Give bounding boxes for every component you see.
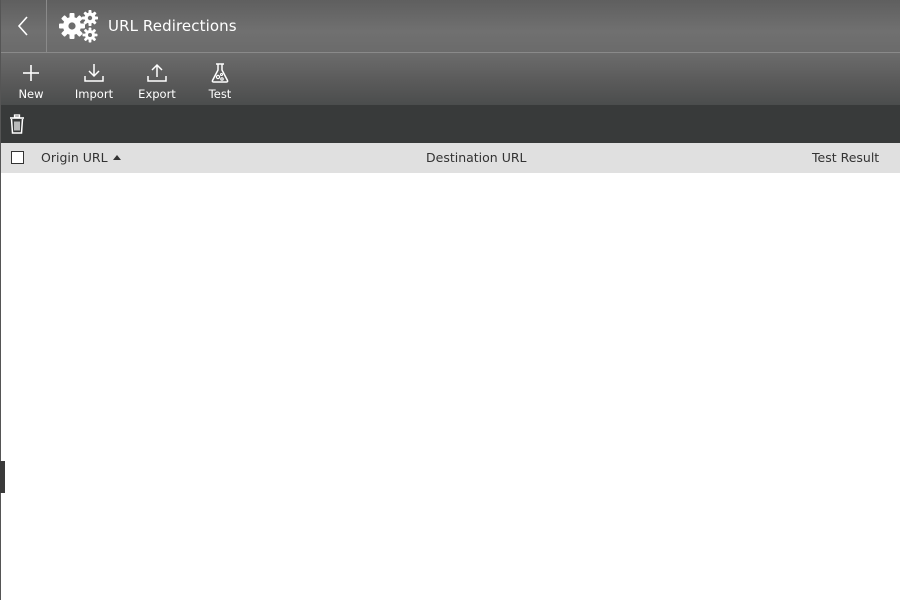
import-button-label: Import xyxy=(74,87,114,101)
action-bar xyxy=(0,105,900,143)
column-header-test-result[interactable]: Test Result xyxy=(812,150,879,166)
new-button-label: New xyxy=(18,87,44,101)
table-header: Origin URL Destination URL Test Result xyxy=(0,143,900,173)
export-button-label: Export xyxy=(138,87,176,101)
test-button[interactable]: Test xyxy=(194,53,246,105)
side-panel-handle[interactable] xyxy=(0,461,5,493)
toolbar: New Import Export Test xyxy=(0,53,900,105)
trash-icon[interactable] xyxy=(8,114,26,134)
export-button[interactable]: Export xyxy=(131,53,183,105)
column-header-label: Destination URL xyxy=(426,150,527,165)
chevron-left-icon xyxy=(17,16,28,36)
gears-icon xyxy=(59,10,98,43)
page-title: URL Redirections xyxy=(108,17,237,35)
table-body xyxy=(1,173,900,600)
test-button-label: Test xyxy=(208,87,232,101)
app-header: URL Redirections xyxy=(0,0,900,53)
import-button[interactable]: Import xyxy=(68,53,120,105)
select-all-checkbox[interactable] xyxy=(11,151,24,164)
plus-icon xyxy=(23,65,39,81)
column-header-label: Origin URL xyxy=(41,150,108,165)
download-icon xyxy=(84,64,104,82)
column-header-origin-url[interactable]: Origin URL xyxy=(41,150,121,166)
new-button[interactable]: New xyxy=(5,53,57,105)
column-header-destination-url[interactable]: Destination URL xyxy=(426,150,527,166)
column-header-label: Test Result xyxy=(812,150,880,165)
upload-icon xyxy=(147,63,167,82)
window-left-border xyxy=(0,0,1,600)
flask-icon xyxy=(211,63,229,83)
back-button[interactable] xyxy=(0,0,47,52)
sort-ascending-icon xyxy=(112,155,121,160)
